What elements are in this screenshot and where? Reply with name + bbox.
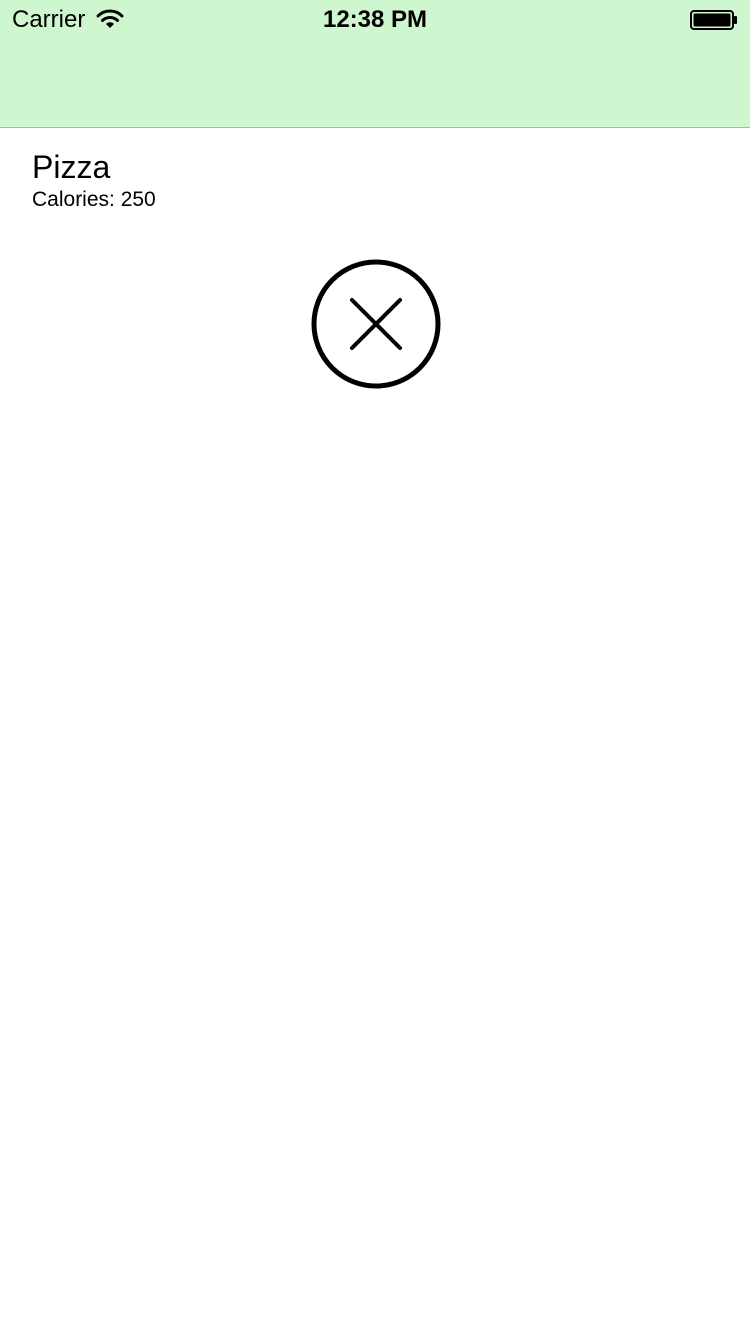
- close-button[interactable]: [311, 259, 441, 389]
- close-circle-icon: [311, 259, 441, 389]
- item-calories: Calories: 250: [32, 188, 156, 211]
- clock-time: 12:38 PM: [322, 6, 428, 33]
- screen: Carrier 12:38 PM Pizza Calories: 250: [0, 0, 750, 1334]
- status-bar: Carrier 12:38 PM: [0, 0, 750, 40]
- battery-icon: [690, 10, 738, 30]
- item-name: Pizza: [32, 149, 111, 185]
- navigation-bar: Carrier 12:38 PM: [0, 0, 750, 128]
